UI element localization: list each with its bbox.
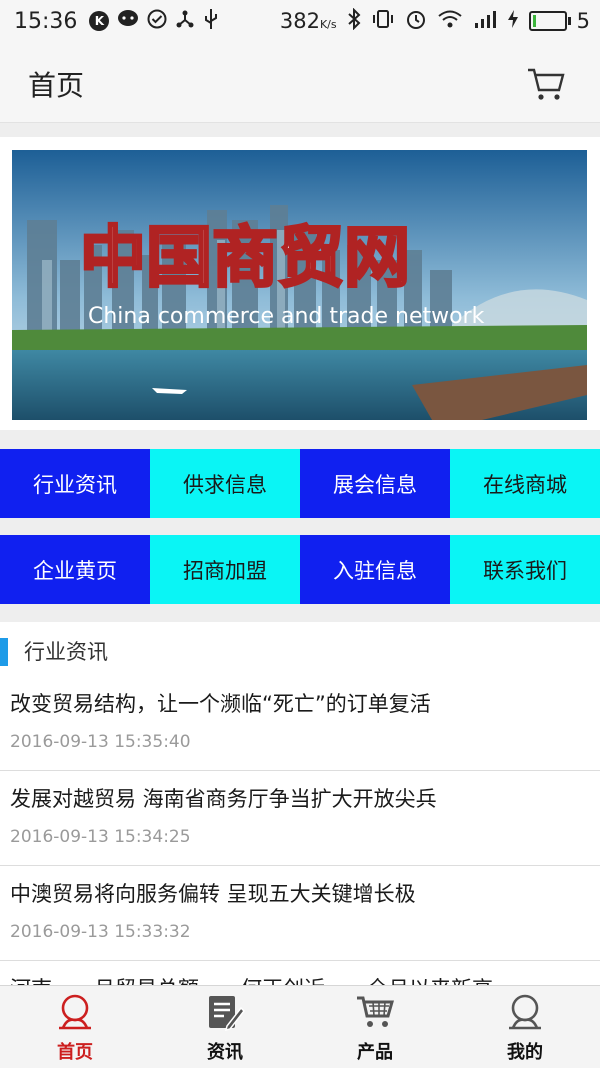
- cart-icon: [355, 992, 395, 1032]
- alarm-icon: [405, 8, 427, 35]
- status-bar: 15:36 K 382K/s 5: [0, 0, 600, 42]
- nav-yellow-pages[interactable]: 企业黄页: [0, 535, 150, 604]
- check-circle-icon: [147, 9, 167, 34]
- tab-home[interactable]: 首页: [0, 986, 150, 1068]
- news-time: 2016-09-13 15:34:25: [10, 827, 191, 847]
- vibrate-icon: [371, 9, 395, 34]
- title-bar: 首页: [0, 42, 600, 123]
- section-title: 行业资讯: [24, 640, 108, 664]
- tab-label: 我的: [507, 1042, 543, 1063]
- news-item[interactable]: 发展对越贸易 海南省商务厅争当扩大开放尖兵 2016-09-13 15:34:2…: [0, 771, 600, 866]
- tab-label: 产品: [357, 1042, 393, 1063]
- share-icon: [175, 9, 195, 34]
- nav-supply-demand[interactable]: 供求信息: [150, 449, 300, 518]
- signal-icon: [473, 9, 497, 34]
- status-left-icons: K: [89, 8, 219, 35]
- nav-settle-in[interactable]: 入驻信息: [300, 535, 450, 604]
- cart-icon[interactable]: [526, 64, 566, 104]
- page-title: 首页: [28, 69, 85, 102]
- section-header: 行业资讯: [0, 632, 600, 672]
- nav-exhibition[interactable]: 展会信息: [300, 449, 450, 518]
- news-item[interactable]: 中澳贸易将向服务偏转 呈现五大关键增长极 2016-09-13 15:33:32: [0, 866, 600, 961]
- nav-franchise[interactable]: 招商加盟: [150, 535, 300, 604]
- wifi-icon: [437, 9, 463, 34]
- banner-subtitle: China commerce and trade network: [88, 304, 485, 329]
- status-time: 15:36: [14, 8, 78, 34]
- divider: [0, 430, 600, 449]
- network-speed: 382K/s: [280, 9, 337, 33]
- nav-online-mall[interactable]: 在线商城: [450, 449, 600, 518]
- tab-label: 资讯: [207, 1042, 243, 1063]
- tab-news[interactable]: 资讯: [150, 986, 300, 1068]
- banner-container: 中国商贸网 China commerce and trade network: [0, 137, 600, 430]
- usb-icon: [203, 8, 219, 35]
- nav-row-2: 企业黄页 招商加盟 入驻信息 联系我们: [0, 535, 600, 604]
- news-item[interactable]: 改变贸易结构，让一个濒临“死亡”的订单复活 2016-09-13 15:35:4…: [0, 676, 600, 771]
- news-title: 改变贸易结构，让一个濒临“死亡”的订单复活: [10, 692, 431, 716]
- home-person-icon: [55, 992, 95, 1032]
- bottom-tab-bar: 首页 资讯 产品 我的: [0, 985, 600, 1068]
- battery-icon: [528, 11, 571, 31]
- news-edit-icon: [205, 992, 245, 1032]
- nav-row-1: 行业资讯 供求信息 展会信息 在线商城: [0, 449, 600, 518]
- divider: [0, 518, 600, 535]
- battery-level: 5: [576, 9, 590, 33]
- speed-unit: K/s: [319, 18, 337, 31]
- banner-title: 中国商贸网: [80, 219, 410, 296]
- nav-contact-us[interactable]: 联系我们: [450, 535, 600, 604]
- section-accent-bar: [0, 638, 8, 666]
- news-time: 2016-09-13 15:33:32: [10, 922, 191, 942]
- tab-products[interactable]: 产品: [300, 986, 450, 1068]
- banner-image[interactable]: 中国商贸网 China commerce and trade network: [12, 150, 587, 420]
- wechat-icon: [117, 9, 139, 34]
- user-icon: [505, 992, 545, 1032]
- tab-mine[interactable]: 我的: [450, 986, 600, 1068]
- nav-industry-news[interactable]: 行业资讯: [0, 449, 150, 518]
- status-right-icons: 382K/s 5: [280, 0, 590, 42]
- tab-label: 首页: [57, 1042, 93, 1063]
- speed-value: 382: [279, 9, 320, 33]
- divider: [0, 604, 600, 622]
- news-title: 发展对越贸易 海南省商务厅争当扩大开放尖兵: [10, 787, 437, 811]
- charging-icon: [507, 9, 519, 34]
- k-app-icon: K: [89, 11, 110, 31]
- divider: [0, 123, 600, 137]
- news-time: 2016-09-13 15:35:40: [10, 732, 191, 752]
- news-title: 中澳贸易将向服务偏转 呈现五大关键增长极: [10, 882, 416, 906]
- bluetooth-icon: [347, 7, 361, 35]
